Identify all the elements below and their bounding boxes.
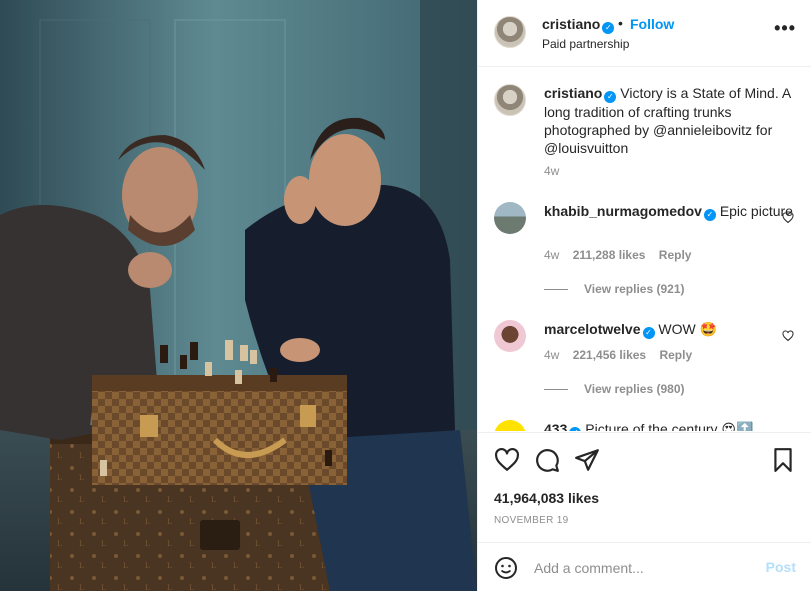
verified-badge-icon: ✓ [602, 22, 615, 34]
view-replies-line [544, 289, 568, 291]
comment-meta: 4w 221,456 likes Reply [544, 348, 702, 362]
comment: 433✓ Picture of the century 😍🔝 [494, 420, 794, 431]
comment-like-heart-icon[interactable] [782, 330, 794, 342]
add-comment-input[interactable] [534, 557, 754, 579]
caption-username[interactable]: cristiano [544, 85, 602, 101]
comment-bubble-icon[interactable] [534, 447, 560, 473]
add-comment-row: Post [478, 542, 811, 591]
comment-body: marcelotwelve ✓ WOW 🤩 [544, 320, 794, 339]
comment-body: khabib_nurmagomedov ✓ Epic picture [544, 202, 794, 221]
caption-avatar[interactable] [494, 84, 526, 116]
verified-badge-icon: ✓ [604, 91, 617, 103]
comment-like-heart-icon[interactable] [782, 212, 794, 224]
comment-text: WOW 🤩 [658, 321, 718, 337]
author-username-text[interactable]: cristiano [542, 16, 600, 32]
post-date[interactable]: NOVEMBER 19 [494, 515, 568, 526]
more-options-icon[interactable]: ••• [774, 19, 796, 37]
comment: marcelotwelve ✓ WOW 🤩 4w 221,456 likes Re… [494, 320, 794, 430]
author-username[interactable]: cristiano ✓ [542, 16, 615, 34]
comment-likes[interactable]: 211,288 likes [573, 248, 646, 262]
save-bookmark-icon[interactable] [770, 447, 796, 473]
comment-age[interactable]: 4w [544, 248, 559, 262]
caption: cristiano ✓ Victory is a State of Mind. A… [494, 84, 794, 184]
verified-badge-icon: ✓ [703, 209, 716, 221]
post-photo[interactable]: L [0, 0, 477, 591]
comment-age[interactable]: 4w [544, 348, 559, 362]
reply-button[interactable]: Reply [659, 348, 692, 362]
follow-button[interactable]: Follow [630, 16, 674, 32]
view-replies-line [544, 389, 568, 391]
share-paper-plane-icon[interactable] [574, 447, 600, 473]
comment-body: 433✓ Picture of the century 😍🔝 [544, 420, 794, 431]
paid-partnership-label[interactable]: Paid partnership [542, 37, 629, 51]
emoji-smiley-icon[interactable] [494, 556, 518, 580]
header-separator: • [618, 15, 623, 31]
comment-meta: 4w 211,288 likes Reply [544, 248, 701, 262]
comment-username[interactable]: 433 [544, 421, 567, 431]
comment-text: Picture of the century 😍🔝 [585, 421, 754, 431]
comment-avatar[interactable] [494, 420, 526, 431]
caption-meta: 4w [544, 164, 569, 178]
like-heart-icon[interactable] [494, 447, 520, 473]
post-side-panel: cristiano ✓ • Follow Paid partnership •••… [477, 0, 811, 591]
view-replies-button[interactable]: View replies (921) [544, 282, 685, 296]
comment-likes[interactable]: 221,456 likes [573, 348, 646, 362]
comment-avatar[interactable] [494, 202, 526, 234]
instagram-post: L [0, 0, 811, 591]
comment-username[interactable]: khabib_nurmagomedov [544, 203, 702, 219]
comment-username[interactable]: marcelotwelve [544, 321, 641, 337]
view-replies-button[interactable]: View replies (980) [544, 382, 685, 396]
photo-illustration: L [0, 0, 477, 591]
verified-badge-icon: ✓ [569, 427, 582, 431]
caption-age[interactable]: 4w [544, 164, 559, 178]
view-replies-label[interactable]: View replies (980) [584, 382, 685, 396]
post-actions: 41,964,083 likes NOVEMBER 19 Post [478, 432, 811, 591]
view-replies-label[interactable]: View replies (921) [584, 282, 685, 296]
verified-badge-icon: ✓ [642, 327, 655, 339]
reply-button[interactable]: Reply [659, 248, 692, 262]
caption-body: cristiano ✓ Victory is a State of Mind. A… [544, 84, 794, 157]
post-comment-button[interactable]: Post [766, 559, 796, 575]
post-header: cristiano ✓ • Follow Paid partnership ••• [478, 0, 811, 67]
likes-count[interactable]: 41,964,083 likes [494, 490, 599, 506]
comment-avatar[interactable] [494, 320, 526, 352]
comments-section[interactable]: cristiano ✓ Victory is a State of Mind. A… [478, 68, 811, 431]
author-avatar[interactable] [494, 16, 526, 48]
